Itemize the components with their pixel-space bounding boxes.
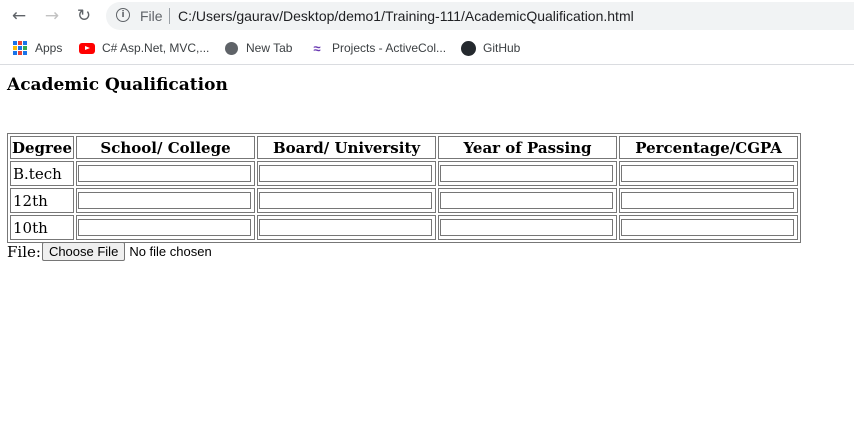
- table-row: B.tech: [10, 161, 799, 186]
- address-bar[interactable]: i File C:/Users/gaurav/Desktop/demo1/Tra…: [106, 2, 854, 30]
- school-cell: [76, 188, 256, 213]
- separator: [169, 8, 170, 24]
- school-input[interactable]: [78, 165, 252, 182]
- bookmark-projects[interactable]: ≈ Projects - ActiveCol...: [309, 40, 446, 56]
- forward-arrow-icon[interactable]: →: [41, 5, 63, 27]
- year-cell: [438, 188, 618, 213]
- qualification-table: Degree School/ College Board/ University…: [7, 133, 802, 243]
- activecollab-icon: ≈: [313, 40, 321, 56]
- apps-grid-icon: [12, 40, 28, 56]
- file-upload-row: File: Choose File No file chosen: [7, 242, 212, 261]
- school-input[interactable]: [78, 219, 252, 236]
- globe-icon: [223, 40, 239, 56]
- percentage-input[interactable]: [621, 165, 795, 182]
- board-cell: [257, 161, 437, 186]
- board-input[interactable]: [259, 192, 433, 209]
- year-cell: [438, 161, 618, 186]
- url-scheme: File: [140, 8, 163, 24]
- table-header-row: Degree School/ College Board/ University…: [10, 136, 799, 159]
- bookmark-label: Projects - ActiveCol...: [332, 41, 447, 55]
- percentage-input[interactable]: [621, 192, 795, 209]
- bookmark-label: New Tab: [246, 41, 293, 55]
- year-input[interactable]: [440, 192, 614, 209]
- youtube-icon: [79, 40, 95, 56]
- percentage-cell: [619, 215, 799, 240]
- school-input[interactable]: [78, 192, 252, 209]
- bookmark-new-tab[interactable]: New Tab: [223, 40, 292, 56]
- table-row: 10th: [10, 215, 799, 240]
- bookmark-label: GitHub: [483, 41, 521, 55]
- bookmarks-bar: Apps C# Asp.Net, MVC,... New Tab ≈ Proje…: [0, 32, 854, 65]
- browser-toolbar: ← → ↻ i File C:/Users/gaurav/Desktop/dem…: [0, 0, 854, 32]
- percentage-input[interactable]: [621, 219, 795, 236]
- year-input[interactable]: [440, 165, 614, 182]
- degree-cell: 12th: [10, 188, 75, 213]
- degree-cell: B.tech: [10, 161, 75, 186]
- header-degree: Degree: [10, 136, 75, 159]
- school-cell: [76, 215, 256, 240]
- header-percentage: Percentage/CGPA: [619, 136, 799, 159]
- file-label: File:: [7, 242, 41, 261]
- board-input[interactable]: [259, 165, 433, 182]
- bookmark-label: C# Asp.Net, MVC,...: [102, 41, 210, 55]
- table-row: 12th: [10, 188, 799, 213]
- percentage-cell: [619, 188, 799, 213]
- year-cell: [438, 215, 618, 240]
- url-text[interactable]: C:/Users/gaurav/Desktop/demo1/Training-1…: [178, 8, 634, 24]
- bookmark-apps[interactable]: Apps: [12, 40, 62, 56]
- header-year: Year of Passing: [438, 136, 618, 159]
- back-arrow-icon[interactable]: ←: [8, 5, 30, 27]
- choose-file-button[interactable]: Choose File: [41, 242, 126, 261]
- board-input[interactable]: [259, 219, 433, 236]
- info-icon[interactable]: i: [116, 8, 130, 22]
- github-icon: [460, 40, 476, 56]
- page-title: Academic Qualification: [7, 75, 228, 95]
- degree-cell: 10th: [10, 215, 75, 240]
- reload-icon[interactable]: ↻: [73, 5, 95, 27]
- bookmark-github[interactable]: GitHub: [460, 40, 520, 56]
- percentage-cell: [619, 161, 799, 186]
- school-cell: [76, 161, 256, 186]
- header-board: Board/ University: [257, 136, 437, 159]
- bookmark-csharp[interactable]: C# Asp.Net, MVC,...: [79, 40, 209, 56]
- board-cell: [257, 188, 437, 213]
- bookmark-label: Apps: [35, 41, 63, 55]
- year-input[interactable]: [440, 219, 614, 236]
- header-school: School/ College: [76, 136, 256, 159]
- board-cell: [257, 215, 437, 240]
- file-status-text: No file chosen: [129, 244, 212, 259]
